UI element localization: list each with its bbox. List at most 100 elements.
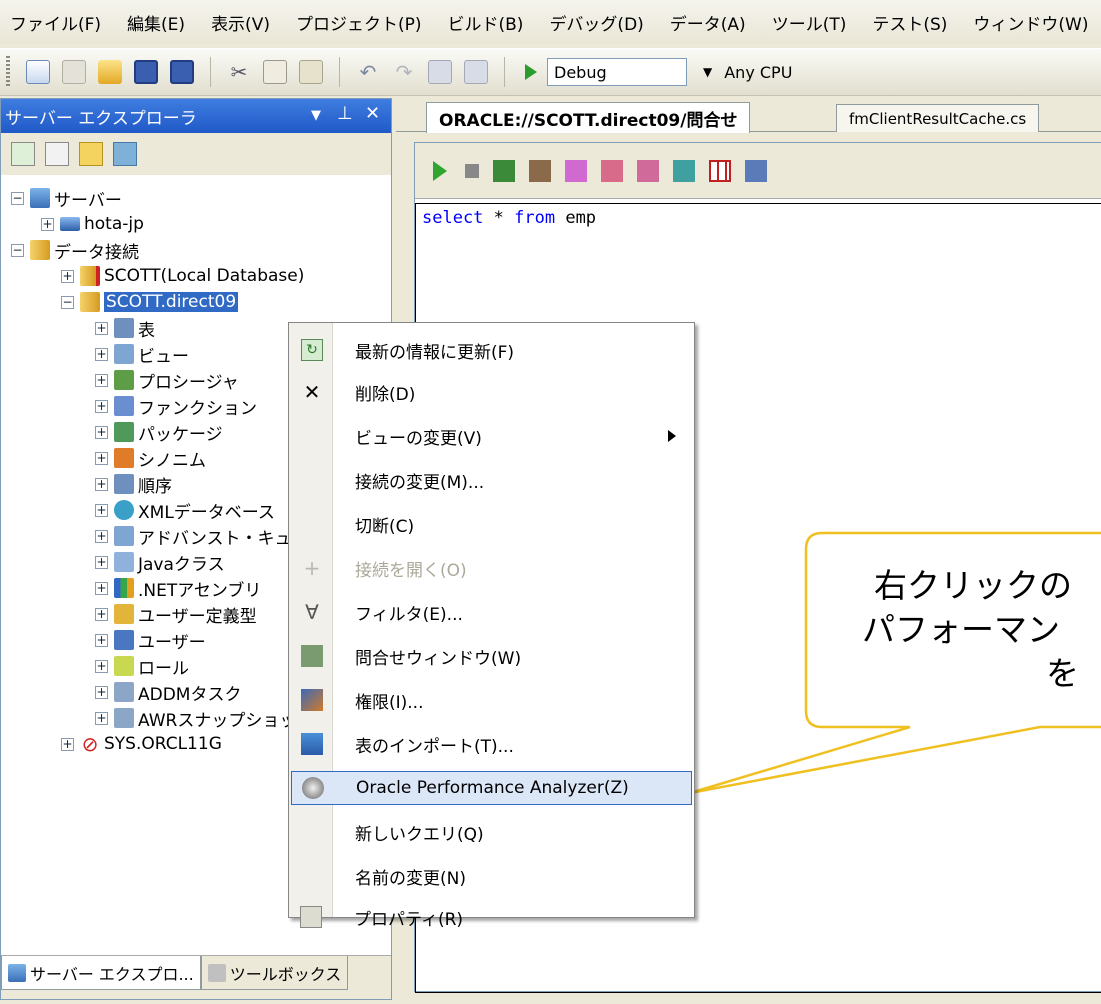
menu-data[interactable]: データ(A) (670, 10, 746, 35)
menu-test[interactable]: テスト(S) (872, 10, 947, 35)
tree-node-users[interactable]: + ユーザー (95, 627, 206, 653)
expand-icon[interactable]: + (61, 737, 74, 751)
refresh-icon[interactable] (11, 142, 35, 166)
menu-item-change-view[interactable]: ビューの変更(V) (289, 419, 694, 453)
cut-icon[interactable]: ✂ (227, 60, 251, 84)
expand-icon[interactable]: + (61, 269, 74, 283)
execute-icon[interactable] (433, 160, 447, 181)
tree-node-data-connections[interactable]: − データ接続 (11, 237, 139, 263)
expand-icon[interactable]: + (95, 451, 108, 465)
menu-item-properties[interactable]: プロパティ(R) (288, 900, 693, 934)
menu-tools[interactable]: ツール(T) (772, 10, 847, 35)
server-explorer-title-bar[interactable]: サーバー エクスプローラ ▼ ⊥ ✕ (1, 99, 391, 133)
expand-icon[interactable]: + (95, 633, 108, 647)
query-designer-icon[interactable] (529, 159, 551, 182)
explain-plan-icon[interactable] (565, 159, 587, 182)
navigate-backward-icon[interactable] (428, 60, 452, 84)
expand-icon[interactable]: + (95, 321, 108, 335)
tree-node-xml-database[interactable]: + XMLデータベース (95, 497, 275, 523)
menu-file[interactable]: ファイル(F) (10, 10, 101, 35)
solution-configuration-select[interactable]: Debug (547, 58, 687, 86)
tune-sql-icon[interactable] (673, 159, 695, 182)
connect-to-server-icon[interactable] (113, 142, 137, 166)
expand-icon[interactable]: + (95, 425, 108, 439)
expand-icon[interactable]: + (95, 529, 108, 543)
grid-icon[interactable] (709, 159, 731, 182)
add-item-icon[interactable] (62, 60, 86, 84)
tree-node-scott-local[interactable]: + SCOTT(Local Database) (61, 263, 304, 289)
navigate-forward-icon[interactable] (464, 60, 488, 84)
tree-node-procedures[interactable]: + プロシージャ (95, 367, 239, 393)
undo-icon[interactable]: ↶ (356, 60, 380, 84)
menu-project[interactable]: プロジェクト(P) (296, 10, 422, 35)
menu-item-query-window[interactable]: 問合せウィンドウ(W) (289, 639, 694, 673)
tree-node-views[interactable]: + ビュー (95, 341, 189, 367)
tree-node-servers[interactable]: − サーバー (11, 185, 122, 211)
menu-view[interactable]: 表示(V) (211, 10, 270, 35)
tab-server-explorer[interactable]: サーバー エクスプロ... (1, 956, 201, 990)
menu-item-rename[interactable]: 名前の変更(N) (289, 859, 694, 893)
connect-to-database-icon[interactable] (79, 142, 103, 166)
tree-node-functions[interactable]: + ファンクション (95, 393, 257, 419)
menu-item-new-query[interactable]: 新しいクエリ(Q) (289, 815, 694, 849)
menu-item-import-table[interactable]: 表のインポート(T)... (289, 727, 694, 761)
paste-icon[interactable] (299, 60, 323, 84)
tree-node-host[interactable]: + hota-jp (41, 211, 144, 237)
tree-node-net-assemblies[interactable]: + .NETアセンブリ (95, 575, 261, 601)
bind-variables-icon[interactable] (601, 159, 623, 182)
menu-edit[interactable]: 編集(E) (127, 10, 185, 35)
collapse-icon[interactable]: − (11, 243, 24, 257)
tree-node-synonyms[interactable]: + シノニム (95, 445, 206, 471)
tree-node-scott-direct09[interactable]: − SCOTT.direct09 (61, 289, 239, 315)
stop-icon[interactable] (465, 163, 479, 178)
new-project-icon[interactable] (26, 60, 50, 84)
window-position-dropdown-icon[interactable]: ▼ (311, 108, 321, 123)
expand-icon[interactable]: + (95, 555, 108, 569)
menu-item-performance-analyzer[interactable]: Oracle Performance Analyzer(Z) (291, 771, 692, 805)
expand-icon[interactable]: + (95, 347, 108, 361)
tree-node-java-classes[interactable]: + Javaクラス (95, 549, 225, 575)
tab-source-file[interactable]: fmClientResultCache.cs (836, 104, 1040, 132)
tree-node-sequences[interactable]: + 順序 (95, 471, 172, 497)
close-icon[interactable]: ✕ (365, 103, 380, 124)
tree-node-roles[interactable]: + ロール (95, 653, 189, 679)
solution-platform-select[interactable]: Any CPU (718, 58, 938, 86)
menu-item-filter[interactable]: ∀ フィルタ(E)... (289, 595, 694, 629)
redo-icon[interactable]: ↷ (392, 60, 416, 84)
expand-icon[interactable]: + (41, 217, 54, 231)
tree-node-tables[interactable]: + 表 (95, 315, 155, 341)
autotrace-icon[interactable] (637, 159, 659, 182)
expand-icon[interactable]: + (95, 685, 108, 699)
expand-icon[interactable]: + (95, 373, 108, 387)
menu-debug[interactable]: デバッグ(D) (549, 10, 643, 35)
save-all-icon[interactable] (170, 60, 194, 84)
menu-item-privileges[interactable]: 権限(I)... (289, 683, 694, 717)
menu-window[interactable]: ウィンドウ(W) (973, 10, 1088, 35)
expand-icon[interactable]: + (95, 659, 108, 673)
tree-node-packages[interactable]: + パッケージ (95, 419, 223, 445)
tree-node-advanced-queues[interactable]: + アドバンスト・キュー (95, 523, 309, 549)
expand-icon[interactable]: + (95, 581, 108, 595)
save-icon[interactable] (134, 60, 158, 84)
expand-icon[interactable]: + (95, 399, 108, 413)
expand-icon[interactable]: + (95, 607, 108, 621)
tree-node-addm-tasks[interactable]: + ADDMタスク (95, 679, 241, 705)
tree-node-awr-snapshots[interactable]: + AWRスナップショット (95, 705, 313, 731)
results-grid-icon[interactable] (493, 159, 515, 182)
expand-icon[interactable]: + (95, 711, 108, 725)
expand-icon[interactable]: + (95, 477, 108, 491)
copy-icon[interactable] (263, 60, 287, 84)
tree-node-sys-orcl11g[interactable]: + ⊘ SYS.ORCL11G (61, 731, 222, 757)
collapse-icon[interactable]: − (61, 295, 74, 309)
start-debugging-icon[interactable] (525, 64, 537, 80)
collapse-icon[interactable]: − (11, 191, 24, 205)
tab-toolbox[interactable]: ツールボックス (200, 956, 349, 990)
menu-item-modify-connection[interactable]: 接続の変更(M)... (289, 463, 694, 497)
edit-sql-icon[interactable] (745, 159, 767, 182)
toolbar-grip[interactable] (6, 56, 10, 88)
menu-item-delete[interactable]: ✕ 削除(D) (289, 375, 694, 409)
tree-node-user-defined-types[interactable]: + ユーザー定義型 (95, 601, 257, 627)
menu-item-disconnect[interactable]: 切断(C) (289, 507, 694, 541)
auto-hide-pin-icon[interactable]: ⊥ (337, 103, 353, 124)
menu-item-refresh[interactable]: ↻ 最新の情報に更新(F) (289, 333, 694, 367)
